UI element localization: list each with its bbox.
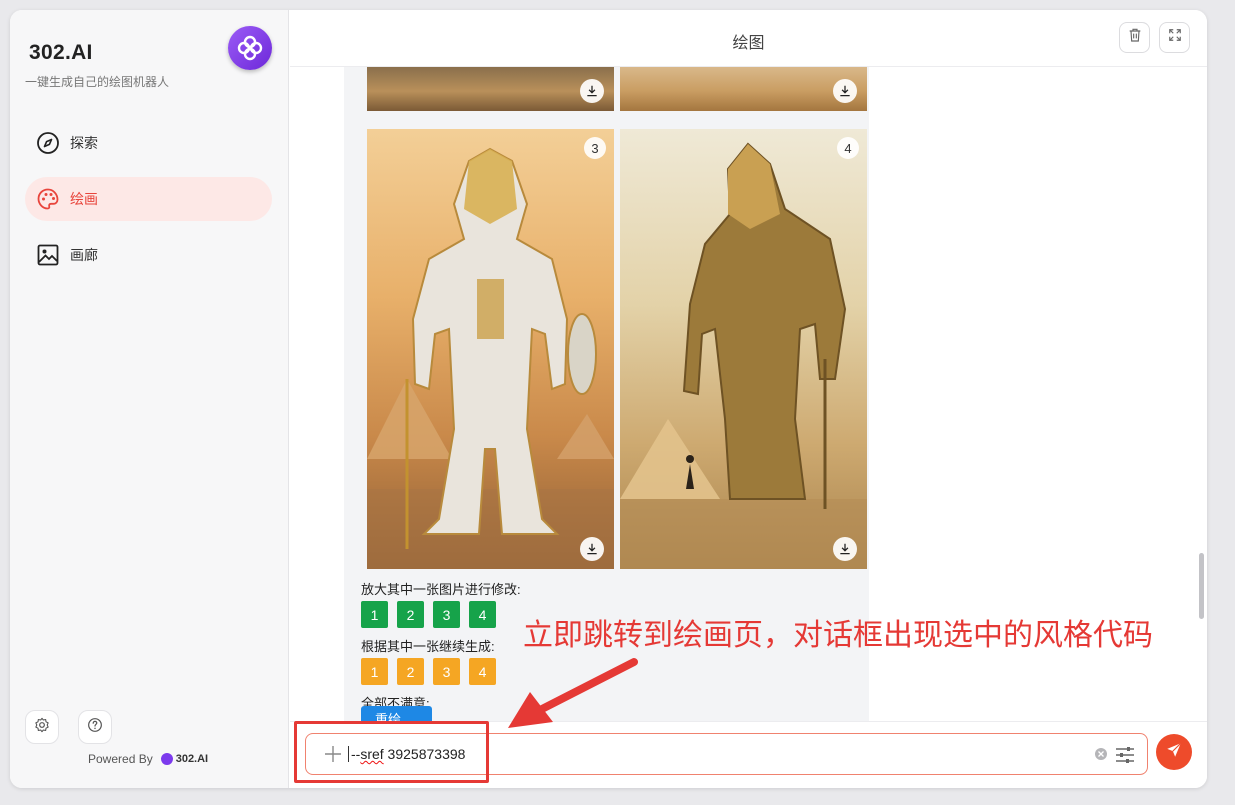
app-window: 302.AI 一键生成自己的绘图机器人 探索 绘画 画廊 Powered By … xyxy=(10,10,1207,788)
compass-icon xyxy=(35,130,61,156)
sidebar-item-label: 绘画 xyxy=(70,191,98,207)
settings-sliders-icon[interactable] xyxy=(1115,746,1135,769)
main-panel: 绘图 3 4 放大其中一张图片进行修改: 1 2 3 4 根据其中一张继续生成:… xyxy=(290,10,1207,788)
redraw-label: 重绘 xyxy=(375,711,402,722)
image-icon xyxy=(35,242,61,268)
generated-image-4[interactable]: 4 xyxy=(620,129,867,569)
annotation-highlight-box xyxy=(294,721,489,783)
brand-tagline: 一键生成自己的绘图机器人 xyxy=(25,75,170,89)
upscale-label: 放大其中一张图片进行修改: xyxy=(361,582,521,597)
sidebar-item-gallery[interactable]: 画廊 xyxy=(25,233,272,277)
mini-logo-icon xyxy=(160,753,173,765)
annotation-text: 立即跳转到绘画页，对话框出现选中的风格代码 xyxy=(523,618,1153,653)
upscale-button-row: 1 2 3 4 xyxy=(361,601,496,628)
generated-image-3[interactable]: 3 xyxy=(367,129,614,569)
fullscreen-button[interactable] xyxy=(1159,22,1190,53)
logo-icon xyxy=(228,26,272,70)
variation-button-1[interactable]: 1 xyxy=(361,658,388,685)
upscale-button-3[interactable]: 3 xyxy=(433,601,460,628)
sidebar: 302.AI 一键生成自己的绘图机器人 探索 绘画 画廊 Powered By … xyxy=(10,10,289,788)
sidebar-item-explore[interactable]: 探索 xyxy=(25,121,272,165)
help-icon xyxy=(87,717,103,738)
page-title: 绘图 xyxy=(732,35,765,52)
download-icon[interactable] xyxy=(833,79,857,103)
help-button[interactable] xyxy=(78,710,112,744)
image-index-badge: 3 xyxy=(584,137,606,159)
main-header: 绘图 xyxy=(290,10,1207,67)
download-icon[interactable] xyxy=(580,537,604,561)
scrollbar[interactable] xyxy=(1199,553,1204,619)
redraw-button[interactable]: 重绘 xyxy=(361,706,432,721)
brand-title: 302.AI xyxy=(29,41,93,64)
generated-image-1[interactable] xyxy=(367,67,614,111)
powered-by-label: Powered By xyxy=(88,752,153,766)
upscale-button-2[interactable]: 2 xyxy=(397,601,424,628)
powered-by: Powered By 302.AI xyxy=(88,752,208,766)
powered-brand: 302.AI xyxy=(175,753,209,765)
sidebar-item-label: 探索 xyxy=(70,135,98,151)
sidebar-nav: 探索 绘画 画廊 xyxy=(25,121,272,289)
send-button[interactable] xyxy=(1156,734,1192,770)
variation-button-3[interactable]: 3 xyxy=(433,658,460,685)
download-icon[interactable] xyxy=(580,79,604,103)
sidebar-item-draw[interactable]: 绘画 xyxy=(25,177,272,221)
image-index-badge: 4 xyxy=(837,137,859,159)
settings-button[interactable] xyxy=(25,710,59,744)
send-icon xyxy=(1165,741,1183,764)
trash-icon xyxy=(1127,27,1143,48)
palette-icon xyxy=(35,186,61,212)
variation-button-row: 1 2 3 4 xyxy=(361,658,496,685)
clear-chat-button[interactable] xyxy=(1119,22,1150,53)
upscale-button-4[interactable]: 4 xyxy=(469,601,496,628)
sidebar-item-label: 画廊 xyxy=(70,247,98,263)
clear-input-icon[interactable] xyxy=(1095,748,1107,760)
generated-image-2[interactable] xyxy=(620,67,867,111)
fullscreen-icon xyxy=(1168,28,1182,47)
upscale-button-1[interactable]: 1 xyxy=(361,601,388,628)
variation-button-4[interactable]: 4 xyxy=(469,658,496,685)
gear-icon xyxy=(34,717,50,738)
variation-button-2[interactable]: 2 xyxy=(397,658,424,685)
variation-label: 根据其中一张继续生成: xyxy=(361,639,495,654)
download-icon[interactable] xyxy=(833,537,857,561)
